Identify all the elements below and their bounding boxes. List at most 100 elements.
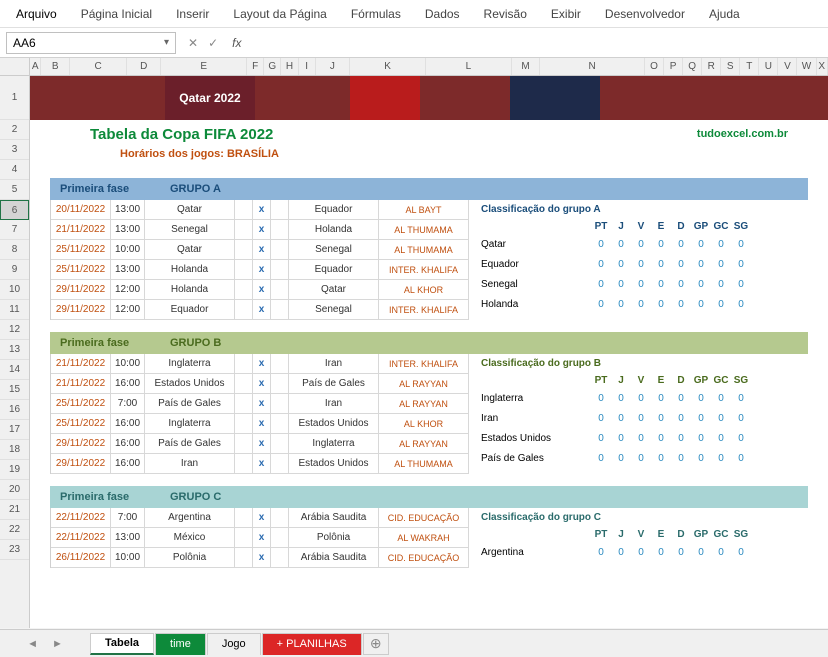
col-header-I[interactable]: I <box>299 58 316 75</box>
add-sheet-button[interactable]: ⊕ <box>363 633 389 655</box>
row-header-19[interactable]: 19 <box>0 460 29 480</box>
match-row[interactable]: 21/11/202216:00Estados UnidosxPaís de Ga… <box>51 374 469 394</box>
away-score[interactable] <box>271 200 289 219</box>
home-score[interactable] <box>235 220 253 239</box>
away-score[interactable] <box>271 354 289 373</box>
match-row[interactable]: 25/11/20227:00País de GalesxIranAL RAYYA… <box>51 394 469 414</box>
away-score[interactable] <box>271 434 289 453</box>
col-header-N[interactable]: N <box>540 58 645 75</box>
col-header-K[interactable]: K <box>350 58 426 75</box>
row-header-13[interactable]: 13 <box>0 340 29 360</box>
name-box[interactable]: AA6 ▾ <box>6 32 176 54</box>
menu-item-desenvolvedor[interactable]: Desenvolvedor <box>595 3 695 25</box>
home-score[interactable] <box>235 454 253 473</box>
col-header-A[interactable]: A <box>30 58 41 75</box>
chevron-down-icon[interactable]: ▾ <box>164 37 169 48</box>
row-header-17[interactable]: 17 <box>0 420 29 440</box>
col-header-O[interactable]: O <box>645 58 664 75</box>
away-score[interactable] <box>271 240 289 259</box>
col-header-V[interactable]: V <box>778 58 797 75</box>
col-header-Q[interactable]: Q <box>683 58 702 75</box>
col-header-B[interactable]: B <box>41 58 70 75</box>
match-row[interactable]: 25/11/202213:00HolandaxEquadorINTER. KHA… <box>51 260 469 280</box>
col-header-X[interactable]: X <box>817 58 828 75</box>
col-header-W[interactable]: W <box>797 58 816 75</box>
row-header-22[interactable]: 22 <box>0 520 29 540</box>
cancel-icon[interactable]: ✕ <box>188 36 198 50</box>
home-score[interactable] <box>235 434 253 453</box>
home-score[interactable] <box>235 394 253 413</box>
match-row[interactable]: 21/11/202213:00SenegalxHolandaAL THUMAMA <box>51 220 469 240</box>
fx-icon[interactable]: fx <box>228 36 241 50</box>
select-all-corner[interactable] <box>0 58 29 76</box>
formula-input[interactable] <box>253 32 828 54</box>
sheet-content[interactable]: Qatar 2022 Tabela da Copa FIFA 2022 tudo… <box>30 76 828 568</box>
menu-item-reviso[interactable]: Revisão <box>474 3 537 25</box>
away-score[interactable] <box>271 260 289 279</box>
match-row[interactable]: 29/11/202212:00HolandaxQatarAL KHOR <box>51 280 469 300</box>
match-row[interactable]: 22/11/20227:00ArgentinaxArábia SauditaCI… <box>51 508 469 528</box>
away-score[interactable] <box>271 508 289 527</box>
home-score[interactable] <box>235 240 253 259</box>
menu-item-inserir[interactable]: Inserir <box>166 3 219 25</box>
home-score[interactable] <box>235 280 253 299</box>
away-score[interactable] <box>271 300 289 319</box>
row-header-8[interactable]: 8 <box>0 240 29 260</box>
row-header-2[interactable]: 2 <box>0 120 29 140</box>
row-header-4[interactable]: 4 <box>0 160 29 180</box>
col-header-T[interactable]: T <box>740 58 759 75</box>
row-header-10[interactable]: 10 <box>0 280 29 300</box>
col-header-H[interactable]: H <box>281 58 298 75</box>
match-row[interactable]: 29/11/202216:00País de GalesxInglaterraA… <box>51 434 469 454</box>
row-header-11[interactable]: 11 <box>0 300 29 320</box>
home-score[interactable] <box>235 300 253 319</box>
away-score[interactable] <box>271 374 289 393</box>
col-header-L[interactable]: L <box>426 58 512 75</box>
away-score[interactable] <box>271 414 289 433</box>
col-header-M[interactable]: M <box>512 58 541 75</box>
row-header-5[interactable]: 5 <box>0 180 29 200</box>
row-header-16[interactable]: 16 <box>0 400 29 420</box>
match-row[interactable]: 25/11/202216:00InglaterraxEstados Unidos… <box>51 414 469 434</box>
away-score[interactable] <box>271 220 289 239</box>
sheet-tab-planilhas[interactable]: + PLANILHAS <box>262 633 362 655</box>
col-header-G[interactable]: G <box>264 58 281 75</box>
away-score[interactable] <box>271 548 289 567</box>
row-header-14[interactable]: 14 <box>0 360 29 380</box>
row-header-18[interactable]: 18 <box>0 440 29 460</box>
menu-item-arquivo[interactable]: Arquivo <box>6 3 67 25</box>
tab-prev-icon[interactable]: ◄ <box>27 638 38 650</box>
home-score[interactable] <box>235 414 253 433</box>
sheet-tab-tabela[interactable]: Tabela <box>90 633 154 655</box>
away-score[interactable] <box>271 394 289 413</box>
row-header-9[interactable]: 9 <box>0 260 29 280</box>
home-score[interactable] <box>235 508 253 527</box>
menu-item-layoutdapgina[interactable]: Layout da Página <box>223 3 336 25</box>
away-score[interactable] <box>271 528 289 547</box>
sheet-tab-jogo[interactable]: Jogo <box>207 633 261 655</box>
accept-icon[interactable]: ✓ <box>208 36 218 50</box>
match-row[interactable]: 25/11/202210:00QatarxSenegalAL THUMAMA <box>51 240 469 260</box>
match-row[interactable]: 21/11/202210:00InglaterraxIranINTER. KHA… <box>51 354 469 374</box>
col-header-P[interactable]: P <box>664 58 683 75</box>
col-header-U[interactable]: U <box>759 58 778 75</box>
match-row[interactable]: 20/11/202213:00QatarxEquadorAL BAYT <box>51 200 469 220</box>
menu-item-pginainicial[interactable]: Página Inicial <box>71 3 162 25</box>
col-header-D[interactable]: D <box>127 58 161 75</box>
row-header-12[interactable]: 12 <box>0 320 29 340</box>
row-header-15[interactable]: 15 <box>0 380 29 400</box>
sheet-tab-time[interactable]: time <box>155 633 206 655</box>
menu-item-ajuda[interactable]: Ajuda <box>699 3 750 25</box>
row-header-1[interactable]: 1 <box>0 76 29 120</box>
home-score[interactable] <box>235 260 253 279</box>
col-header-S[interactable]: S <box>721 58 740 75</box>
row-header-20[interactable]: 20 <box>0 480 29 500</box>
home-score[interactable] <box>235 200 253 219</box>
away-score[interactable] <box>271 280 289 299</box>
match-row[interactable]: 29/11/202216:00IranxEstados UnidosAL THU… <box>51 454 469 474</box>
menu-item-dados[interactable]: Dados <box>415 3 470 25</box>
col-header-F[interactable]: F <box>247 58 264 75</box>
home-score[interactable] <box>235 374 253 393</box>
home-score[interactable] <box>235 528 253 547</box>
row-header-23[interactable]: 23 <box>0 540 29 560</box>
